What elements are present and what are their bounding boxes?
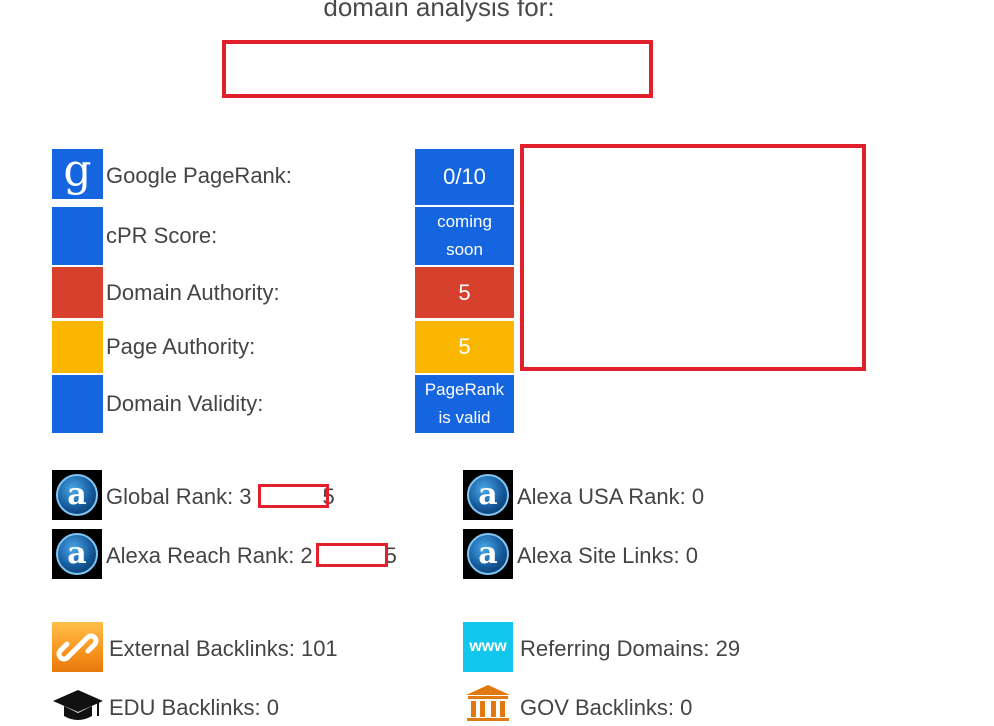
alexa-icon: a: [463, 529, 513, 579]
government-building-glyph: [466, 685, 510, 721]
edu-backlinks-text: EDU Backlinks: 0: [109, 695, 279, 720]
cpr-color-icon: [52, 207, 103, 265]
domain-validity-color-icon: [52, 375, 103, 433]
gov-backlinks-text: GOV Backlinks: 0: [520, 695, 693, 720]
domain-authority-color-icon: [52, 267, 103, 318]
page-title: domain analysis for:: [323, 0, 555, 22]
referring-domains-text: Referring Domains: 29: [520, 636, 741, 661]
alexa-a-glyph: a: [467, 474, 509, 516]
cpr-score-value: coming soon: [415, 207, 514, 265]
google-pagerank-value: 0/10: [415, 149, 514, 205]
domain-authority-label: Domain Authority:: [106, 280, 280, 305]
alexa-a-glyph: a: [467, 533, 509, 575]
cpr-value-line-2: soon: [446, 240, 483, 259]
global-rank-redaction: [258, 484, 329, 508]
google-g-letter: g: [63, 145, 92, 196]
validity-value-line-1: PageRank: [424, 380, 505, 399]
alexa-icon: a: [52, 529, 102, 579]
cpr-score-label: cPR Score:: [106, 223, 218, 248]
www-glyph: www: [469, 638, 507, 655]
alexa-a-glyph: a: [56, 474, 98, 516]
domain-validity-value: PageRank is valid: [415, 375, 514, 433]
chain-link-glyph: [56, 633, 99, 662]
domain-validity-label: Domain Validity:: [106, 391, 264, 416]
google-pagerank-label: Google PageRank:: [106, 163, 292, 188]
global-rank-prefix: Global Rank: 3: [106, 484, 252, 509]
page-authority-label: Page Authority:: [106, 334, 256, 359]
domain-redacted-box: [222, 40, 653, 98]
domain-authority-value: 5: [415, 267, 514, 318]
alexa-icon: a: [463, 470, 513, 520]
www-icon: www: [463, 622, 513, 672]
graduation-cap-glyph: [53, 690, 103, 720]
site-links-text: Alexa Site Links: 0: [517, 543, 698, 568]
link-icon: [52, 622, 103, 672]
page-authority-color-icon: [52, 321, 103, 373]
graduation-cap-icon: [52, 688, 104, 721]
redacted-panel: [520, 144, 866, 371]
cpr-value-line-1: coming: [437, 212, 492, 231]
google-icon: g: [52, 149, 103, 199]
usa-rank-text: Alexa USA Rank: 0: [517, 484, 705, 509]
reach-rank-prefix: Alexa Reach Rank: 2: [106, 543, 313, 568]
external-backlinks-text: External Backlinks: 101: [109, 636, 338, 661]
alexa-icon: a: [52, 470, 102, 520]
page-authority-value: 5: [415, 321, 514, 373]
government-building-icon: [464, 684, 512, 721]
alexa-a-glyph: a: [56, 533, 98, 575]
validity-value-line-2: is valid: [438, 408, 491, 427]
reach-rank-redaction: [316, 543, 388, 567]
